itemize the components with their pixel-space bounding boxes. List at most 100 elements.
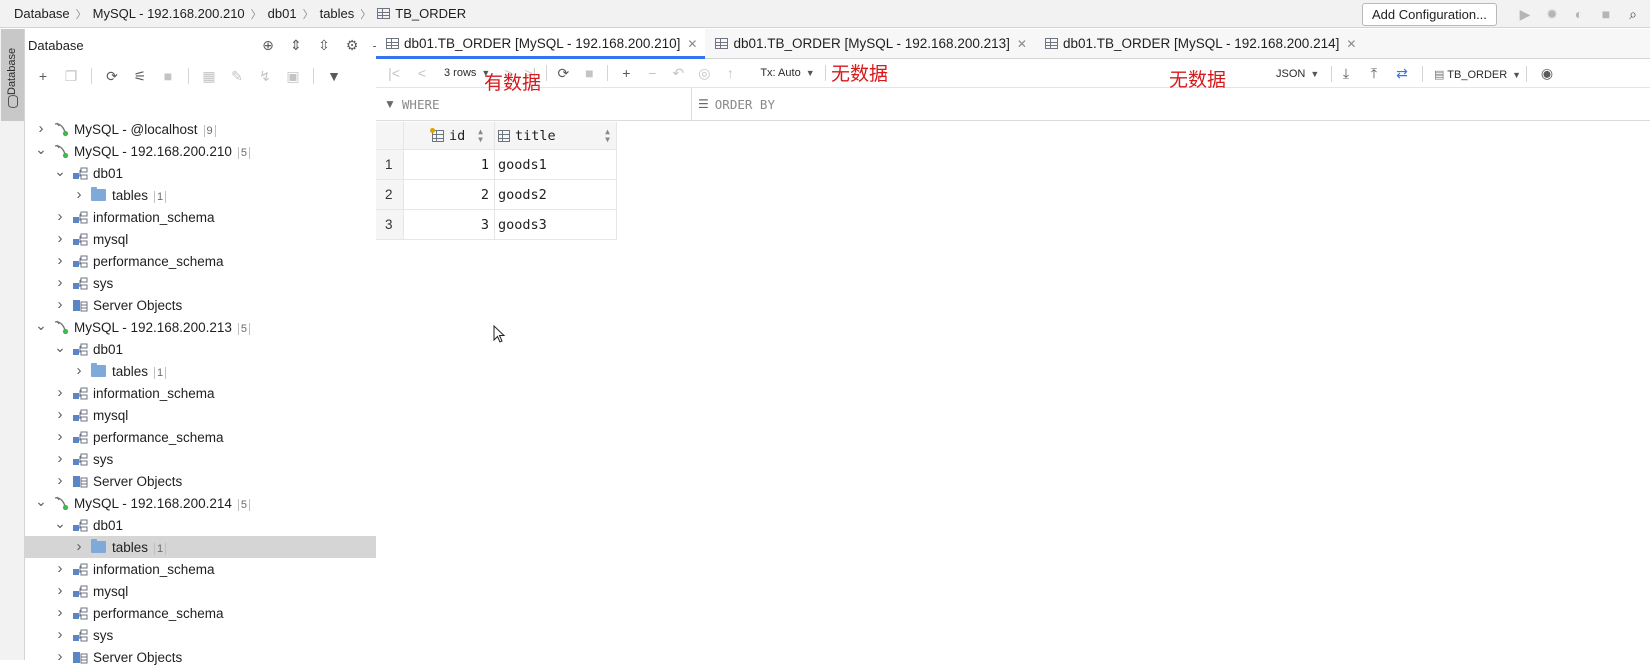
refresh-icon[interactable]: ⟳ xyxy=(104,68,120,85)
tree-node-schema[interactable]: ⌄ db01 xyxy=(25,162,395,184)
sort-arrows-icon[interactable]: ▲ ▼ xyxy=(605,127,610,144)
first-page-icon[interactable]: |< xyxy=(386,65,402,81)
target-icon[interactable]: ⊕ xyxy=(260,37,276,53)
tree-node-schema[interactable]: › performance_schema xyxy=(25,250,395,272)
chevron-right-icon[interactable]: › xyxy=(54,252,66,269)
chevron-right-icon[interactable]: › xyxy=(54,296,66,313)
breadcrumb-item-tables[interactable]: tables xyxy=(320,6,355,21)
tree-node-schema[interactable]: › information_schema xyxy=(25,558,395,580)
tab-214[interactable]: db01.TB_ORDER [MySQL - 192.168.200.214] … xyxy=(1035,29,1364,58)
tree-node-folder[interactable]: › tables 1 xyxy=(25,360,395,382)
close-icon[interactable]: ✕ xyxy=(687,37,697,51)
breadcrumb-item-schema[interactable]: db01 xyxy=(268,6,297,21)
search-icon[interactable]: ⌕ xyxy=(1626,6,1640,23)
table-row[interactable]: 1 1 goods1 xyxy=(376,150,617,180)
title-cell[interactable]: goods3 xyxy=(495,210,617,240)
chevron-right-icon[interactable]: › xyxy=(54,582,66,599)
preview-icon[interactable]: ◎ xyxy=(696,65,712,82)
tree-node-server-objects[interactable]: › Server Objects xyxy=(25,470,395,492)
breadcrumb-item-database[interactable]: Database xyxy=(14,6,70,21)
id-cell[interactable]: 3 xyxy=(404,210,495,240)
chevron-right-icon[interactable]: › xyxy=(54,208,66,225)
tree-node-connection[interactable]: ⌄ MySQL - 192.168.200.210 5 xyxy=(25,140,395,162)
row-number-cell[interactable]: 3 xyxy=(376,210,404,240)
order-by-filter[interactable]: ☰ ORDER BY xyxy=(692,88,775,121)
tree-node-folder[interactable]: › tables 1 xyxy=(25,184,395,206)
previous-page-icon[interactable]: < xyxy=(414,65,430,81)
chevron-right-icon[interactable]: › xyxy=(54,472,66,489)
add-row-icon[interactable]: + xyxy=(618,65,634,81)
column-header-title[interactable]: title ▲ ▼ xyxy=(495,122,617,150)
tree-node-schema[interactable]: ⌄ db01 xyxy=(25,338,395,360)
chevron-right-icon[interactable]: › xyxy=(54,450,66,467)
tree-node-schema[interactable]: ⌄ db01 xyxy=(25,514,395,536)
stop-icon[interactable]: ■ xyxy=(1599,6,1613,22)
tree-node-server-objects[interactable]: › Server Objects xyxy=(25,294,395,316)
chevron-down-icon[interactable]: ⌄ xyxy=(54,515,66,532)
revert-icon[interactable]: ↶ xyxy=(670,65,686,82)
chevron-right-icon[interactable]: › xyxy=(54,428,66,445)
jump-to-icon[interactable]: ↯ xyxy=(257,68,273,85)
table-view-icon[interactable]: ▦ xyxy=(201,68,217,85)
tree-node-connection[interactable]: ⌄ MySQL - 192.168.200.213 5 xyxy=(25,316,395,338)
column-header-id[interactable]: id ▲ ▼ xyxy=(404,122,495,150)
title-cell[interactable]: goods1 xyxy=(495,150,617,180)
tree-node-schema[interactable]: › information_schema xyxy=(25,382,395,404)
chevron-down-icon[interactable]: ⌄ xyxy=(35,141,47,158)
chevron-right-icon[interactable]: › xyxy=(54,626,66,643)
compare-icon[interactable]: ⇄ xyxy=(1394,65,1410,82)
tree-node-schema[interactable]: › performance_schema xyxy=(25,426,395,448)
breadcrumb-item-current[interactable]: TB_ORDER xyxy=(395,6,466,21)
gear-icon[interactable]: ⚙ xyxy=(344,37,360,53)
chevron-down-icon[interactable]: ⌄ xyxy=(54,339,66,356)
chevron-right-icon[interactable]: › xyxy=(54,604,66,621)
tab-210[interactable]: db01.TB_ORDER [MySQL - 192.168.200.210] … xyxy=(376,29,706,59)
add-icon[interactable]: + xyxy=(35,68,51,84)
row-number-cell[interactable]: 1 xyxy=(376,150,404,180)
tree-node-schema[interactable]: › sys xyxy=(25,624,395,646)
upload-icon[interactable]: ⤒ xyxy=(1366,65,1382,82)
chevron-right-icon[interactable]: › xyxy=(73,186,85,203)
tree-node-server-objects[interactable]: › Server Objects xyxy=(25,646,395,668)
collapse-all-icon[interactable]: ⇳ xyxy=(316,37,332,53)
close-icon[interactable]: ✕ xyxy=(1017,37,1027,51)
edit-icon[interactable]: ✎ xyxy=(229,68,245,85)
tab-213[interactable]: db01.TB_ORDER [MySQL - 192.168.200.213] … xyxy=(705,29,1034,58)
tree-node-connection[interactable]: ⌄ MySQL - 192.168.200.214 5 xyxy=(25,492,395,514)
id-cell[interactable]: 2 xyxy=(404,180,495,210)
run-icon[interactable]: ▶ xyxy=(1518,6,1532,23)
add-configuration-button[interactable]: Add Configuration... xyxy=(1362,3,1497,26)
row-number-cell[interactable]: 2 xyxy=(376,180,404,210)
submit-icon[interactable]: ↑ xyxy=(722,65,738,81)
chevron-right-icon[interactable]: › xyxy=(54,560,66,577)
chevron-right-icon[interactable]: › xyxy=(54,274,66,291)
query-console-icon[interactable]: ▣ xyxy=(285,68,301,85)
chevron-right-icon[interactable]: › xyxy=(54,384,66,401)
chevron-right-icon[interactable]: › xyxy=(54,406,66,423)
expand-all-icon[interactable]: ⇕ xyxy=(288,37,304,53)
breadcrumb-item-connection[interactable]: MySQL - 192.168.200.210 xyxy=(93,6,245,21)
eye-icon[interactable]: ◉ xyxy=(1539,65,1555,82)
stop-icon[interactable]: ■ xyxy=(581,65,597,81)
tree-node-schema[interactable]: › sys xyxy=(25,272,395,294)
table-row[interactable]: 2 2 goods2 xyxy=(376,180,617,210)
copy-icon[interactable]: ❐ xyxy=(63,68,79,85)
filter-icon[interactable]: ▼ xyxy=(326,68,342,84)
sort-arrows-icon[interactable]: ▲ ▼ xyxy=(478,127,483,144)
coverage-icon[interactable]: ◐ xyxy=(1572,6,1586,22)
export-format-selector[interactable]: JSON ▼ xyxy=(1276,68,1319,80)
delete-row-icon[interactable]: − xyxy=(644,65,660,81)
stop-icon[interactable]: ■ xyxy=(160,68,176,84)
chevron-right-icon[interactable]: › xyxy=(73,362,85,379)
chevron-right-icon[interactable]: › xyxy=(54,648,66,665)
table-selector[interactable]: ▤ TB_ORDER ▼ xyxy=(1434,68,1521,81)
tree-node-schema[interactable]: › mysql xyxy=(25,228,395,250)
title-cell[interactable]: goods2 xyxy=(495,180,617,210)
chevron-down-icon[interactable]: ⌄ xyxy=(54,163,66,180)
database-tool-window-tab[interactable]: Database xyxy=(1,29,24,121)
tree-node-schema[interactable]: › mysql xyxy=(25,580,395,602)
tree-node-folder[interactable]: › tables 1 xyxy=(25,536,395,558)
transaction-mode-selector[interactable]: Tx: Auto ▼ xyxy=(760,67,814,79)
chevron-down-icon[interactable]: ⌄ xyxy=(35,493,47,510)
table-row[interactable]: 3 3 goods3 xyxy=(376,210,617,240)
